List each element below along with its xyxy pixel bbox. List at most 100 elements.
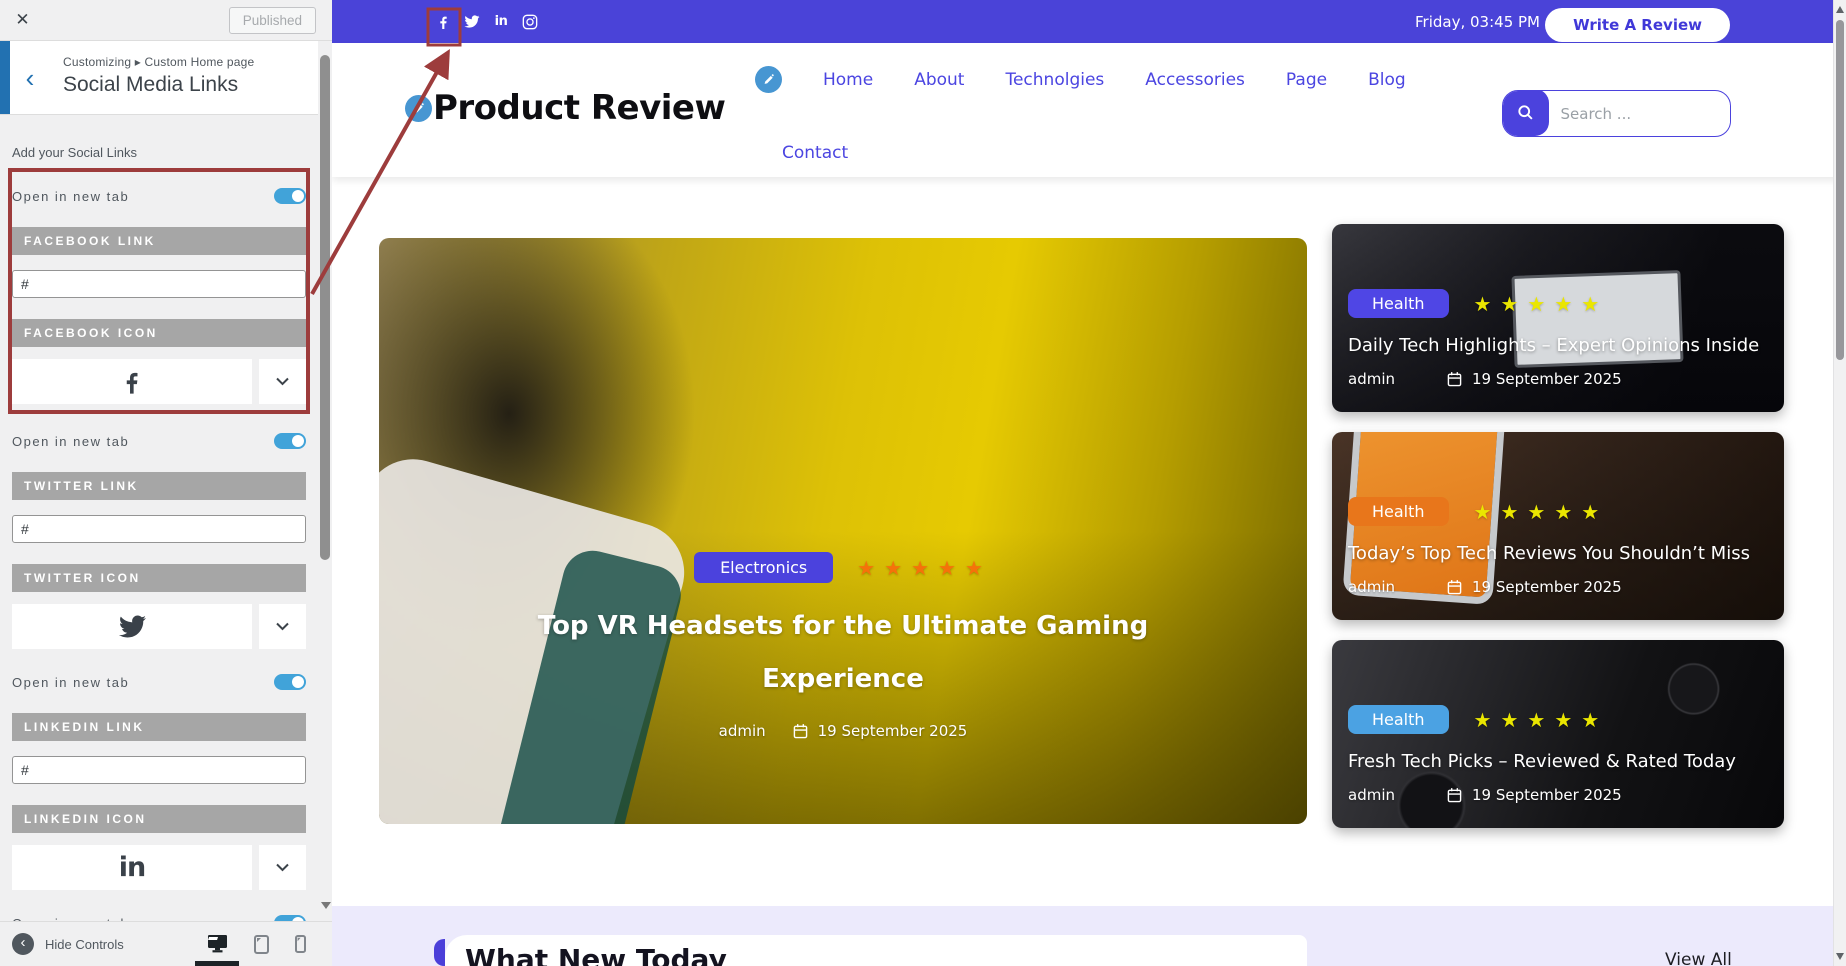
page-scrollbar-thumb[interactable] — [1836, 20, 1844, 360]
search-icon[interactable] — [1502, 90, 1549, 136]
top-bar: in Friday, 03:45 PM Write A Review — [332, 0, 1846, 43]
nav-item-page[interactable]: Page — [1286, 70, 1327, 90]
hero-rating-stars: ★★★★★ — [857, 556, 992, 580]
nav-item-contact[interactable]: Contact — [782, 143, 848, 163]
card-rating-stars: ★★★★★ — [1474, 708, 1609, 732]
facebook-icon-picker[interactable] — [12, 359, 306, 404]
scroll-up-arrow-icon[interactable] — [1836, 6, 1844, 13]
facebook-new-tab-toggle[interactable] — [274, 188, 306, 204]
device-mobile-button[interactable] — [295, 932, 306, 956]
twitter-icon-picker[interactable] — [12, 604, 306, 649]
linkedin-icon[interactable]: in — [493, 0, 509, 43]
calendar-icon — [1447, 579, 1462, 595]
main-navigation-row2: Contact — [782, 143, 848, 163]
twitter-icon[interactable] — [12, 604, 252, 649]
card-category-badge[interactable]: Health — [1348, 705, 1449, 734]
chevron-down-icon[interactable] — [259, 359, 306, 404]
facebook-link-input[interactable] — [12, 270, 306, 298]
panel-scrollbar-thumb[interactable] — [320, 55, 330, 560]
linkedin-icon-label: LINKEDIN ICON — [12, 805, 306, 833]
card-post-title[interactable]: Daily Tech Highlights – Expert Opinions … — [1348, 335, 1784, 356]
post-card[interactable]: Health ★★★★★ Fresh Tech Picks – Reviewed… — [1332, 640, 1784, 828]
nav-item-home[interactable]: Home — [823, 70, 873, 90]
current-time: Friday, 03:45 PM — [1415, 0, 1540, 43]
calendar-icon — [793, 723, 808, 739]
facebook-icon[interactable] — [12, 359, 252, 404]
hero-post-title[interactable]: Top VR Headsets for the Ultimate Gaming … — [523, 600, 1163, 706]
section-title: What New Today — [465, 943, 1307, 966]
nav-item-accessories[interactable]: Accessories — [1145, 70, 1245, 90]
card-post-author[interactable]: admin — [1348, 786, 1395, 804]
calendar-icon — [1447, 371, 1462, 387]
published-button[interactable]: Published — [229, 7, 316, 34]
open-in-new-tab-label: Open in new tab — [12, 189, 129, 204]
device-tablet-button[interactable] — [254, 932, 269, 956]
collapse-arrow-icon: ‹ — [12, 933, 34, 955]
edit-pencil-icon[interactable] — [405, 95, 432, 122]
device-desktop-button[interactable] — [207, 932, 228, 956]
hero-post-date: 19 September 2025 — [818, 722, 968, 740]
card-post-author[interactable]: admin — [1348, 370, 1395, 388]
twitter-settings-group: Open in new tab TWITTER LINK TWITTER ICO… — [12, 414, 306, 655]
post-card[interactable]: Health ★★★★★ Today’s Top Tech Reviews Yo… — [1332, 432, 1784, 620]
write-review-button[interactable]: Write A Review — [1545, 8, 1730, 42]
twitter-link-label: TWITTER LINK — [12, 472, 306, 500]
linkedin-settings-group: Open in new tab LINKEDIN LINK LINKEDIN I… — [12, 655, 306, 896]
linkedin-icon-picker[interactable]: in — [12, 845, 306, 890]
edit-pencil-icon[interactable] — [755, 66, 782, 93]
facebook-settings-group: Open in new tab FACEBOOK LINK FACEBOOK I… — [8, 168, 310, 414]
linkedin-new-tab-toggle[interactable] — [274, 674, 306, 690]
open-in-new-tab-label: Open in new tab — [12, 434, 129, 449]
customizer-topbar: ✕ Published — [0, 0, 332, 41]
card-rating-stars: ★★★★★ — [1474, 292, 1609, 316]
card-category-badge[interactable]: Health — [1348, 289, 1449, 318]
section-label: Add your Social Links — [12, 145, 306, 160]
panel-footer: ‹ Hide Controls — [0, 921, 332, 966]
nav-item-about[interactable]: About — [914, 70, 964, 90]
card-post-author[interactable]: admin — [1348, 578, 1395, 596]
linkedin-link-input[interactable] — [12, 756, 306, 784]
card-post-title[interactable]: Fresh Tech Picks – Reviewed & Rated Toda… — [1348, 751, 1784, 772]
card-post-title[interactable]: Today’s Top Tech Reviews You Shouldn’t M… — [1348, 543, 1784, 564]
view-all-link[interactable]: View All — [1665, 950, 1732, 966]
hide-controls-button[interactable]: ‹ Hide Controls — [12, 933, 124, 955]
site-preview: in Friday, 03:45 PM Write A Review Produ… — [332, 0, 1846, 966]
linkedin-icon[interactable]: in — [12, 845, 252, 890]
facebook-icon[interactable] — [435, 0, 451, 43]
post-card[interactable]: Health ★★★★★ Daily Tech Highlights – Exp… — [1332, 224, 1784, 412]
twitter-icon[interactable] — [464, 0, 480, 43]
card-post-date: 19 September 2025 — [1472, 578, 1622, 596]
site-title[interactable]: Product Review — [433, 88, 725, 128]
whats-new-card: What New Today — [445, 935, 1307, 966]
twitter-icon-label: TWITTER ICON — [12, 564, 306, 592]
chevron-down-icon[interactable] — [259, 845, 306, 890]
twitter-link-input[interactable] — [12, 515, 306, 543]
site-header: Product Review Home About Technolgies Ac… — [332, 43, 1846, 177]
card-post-date: 19 September 2025 — [1472, 370, 1622, 388]
back-chevron-icon[interactable]: ‹ — [12, 59, 48, 97]
instagram-icon[interactable] — [522, 0, 538, 43]
controls-area: Add your Social Links Open in new tab FA… — [0, 115, 318, 939]
nav-item-technolgies[interactable]: Technolgies — [1005, 70, 1104, 90]
facebook-icon-label: FACEBOOK ICON — [12, 319, 306, 347]
hero-post-author[interactable]: admin — [719, 722, 766, 740]
hero-post[interactable]: Electronics ★★★★★ Top VR Headsets for th… — [379, 238, 1307, 824]
breadcrumb: Customizing ▸ Custom Home page — [63, 55, 322, 69]
whats-new-section: What New Today View All — [332, 906, 1846, 966]
page-scrollbar[interactable] — [1833, 0, 1846, 966]
linkedin-link-label: LINKEDIN LINK — [12, 713, 306, 741]
close-icon[interactable]: ✕ — [0, 0, 45, 40]
twitter-new-tab-toggle[interactable] — [274, 433, 306, 449]
topbar-social-icons: in — [435, 0, 538, 43]
scroll-down-arrow-icon[interactable] — [321, 902, 331, 909]
card-category-badge[interactable]: Health — [1348, 497, 1449, 526]
nav-item-blog[interactable]: Blog — [1368, 70, 1406, 90]
scroll-down-arrow-icon[interactable] — [1836, 953, 1844, 960]
facebook-link-label: FACEBOOK LINK — [12, 227, 306, 255]
search-input[interactable] — [1549, 105, 1732, 123]
site-logo[interactable]: Product Review — [405, 88, 725, 128]
chevron-down-icon[interactable] — [259, 604, 306, 649]
hero-category-badge[interactable]: Electronics — [694, 552, 833, 583]
panel-scrollbar[interactable] — [318, 41, 332, 921]
panel-title: Social Media Links — [63, 73, 322, 97]
